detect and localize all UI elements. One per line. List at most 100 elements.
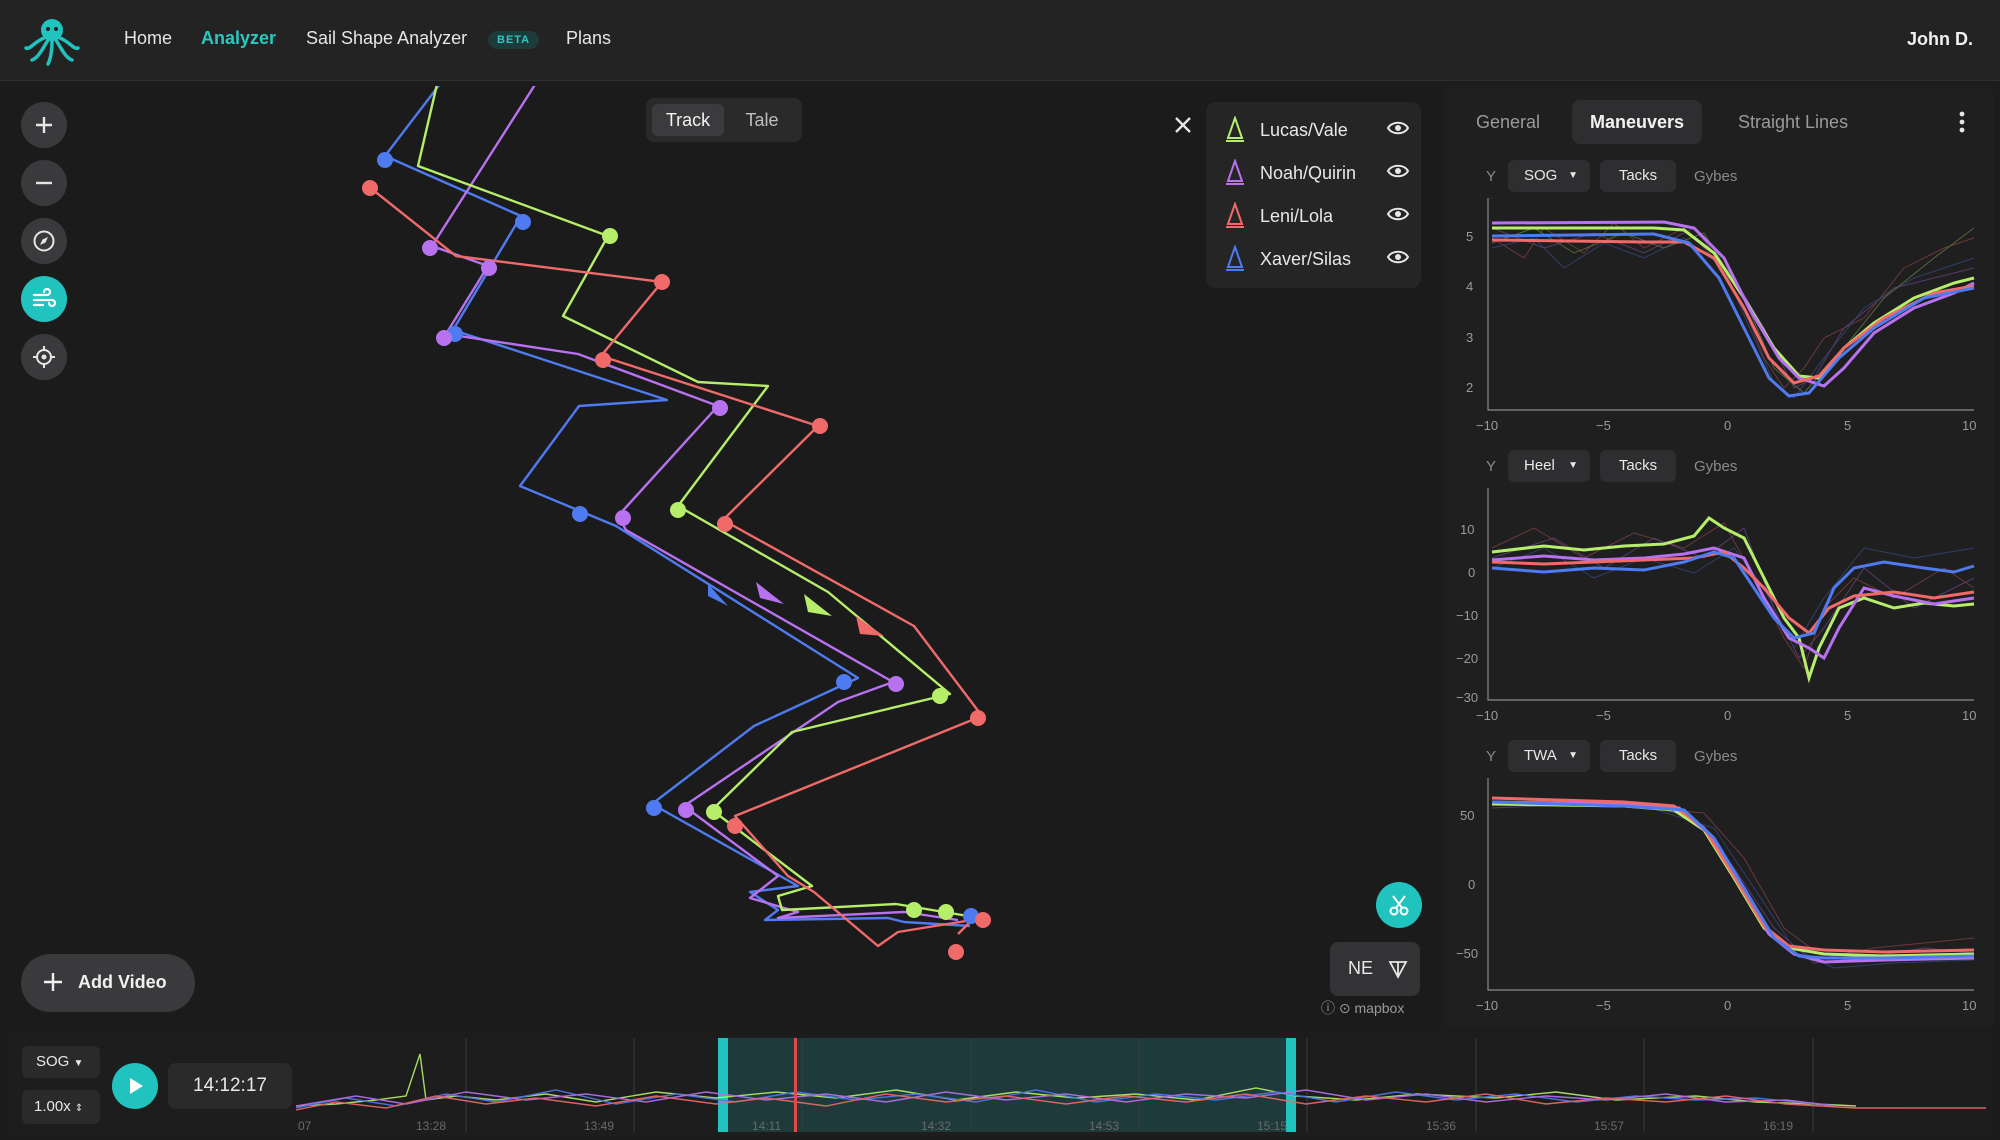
y-tick: 0: [1468, 565, 1475, 580]
zoom-in-button[interactable]: [21, 102, 67, 148]
y-tick: 0: [1468, 877, 1475, 892]
x-tick: −5: [1596, 708, 1611, 723]
time-tick: 15:15: [1257, 1119, 1287, 1133]
twa-series-lucas-vale: [1491, 802, 1975, 958]
add-video-button[interactable]: Add Video: [21, 954, 195, 1012]
range-start-handle[interactable]: [718, 1038, 728, 1132]
tab-straight-lines[interactable]: Straight Lines: [1720, 100, 1866, 144]
boat-icon: [1226, 202, 1244, 228]
timeline-track[interactable]: 07 13:28 13:49 14:11 14:32 14:53 15:15 1…: [296, 1036, 1986, 1136]
play-button[interactable]: [112, 1063, 158, 1109]
chevron-down-icon: ▼: [73, 1058, 84, 1069]
tacks-button[interactable]: Tacks: [1600, 160, 1676, 192]
twa-plot: 50 0 −50 −10 −5 0 5 10: [1456, 778, 1976, 1013]
time-tick: 13:49: [584, 1119, 614, 1133]
playback-speed-value: 1.00x: [34, 1098, 71, 1115]
gybes-button[interactable]: Gybes: [1694, 168, 1737, 185]
metric-dropdown[interactable]: TWA ▼: [1508, 740, 1590, 772]
stepper-arrows-icon[interactable]: ⇕: [75, 1103, 83, 1114]
locate-button[interactable]: [21, 334, 67, 380]
maneuvers-panel: General Maneuvers Straight Lines Y SOG ▼ …: [1444, 86, 1994, 1028]
twa-chart: Y TWA ▼ Tacks Gybes 50 0 −50 −10 −5 0 5 1…: [1444, 740, 1994, 1020]
playhead[interactable]: [794, 1038, 797, 1132]
track-map[interactable]: Track Tale Lucas/Vale Noah/Quirin Leni/L…: [8, 86, 1432, 1028]
x-tick: 0: [1724, 708, 1731, 723]
range-end-handle[interactable]: [1286, 1038, 1296, 1132]
y-tick: 2: [1466, 380, 1473, 395]
cut-button[interactable]: [1376, 882, 1422, 928]
boats-legend: Lucas/Vale Noah/Quirin Leni/Lola Xaver/S…: [1206, 102, 1421, 288]
track-markers: [362, 152, 991, 960]
legend-row-noah-quirin[interactable]: Noah/Quirin: [1224, 157, 1414, 191]
time-tick: 15:36: [1426, 1119, 1456, 1133]
chevron-down-icon: ▼: [1568, 460, 1578, 471]
legend-label: Noah/Quirin: [1260, 163, 1357, 183]
x-tick: 0: [1724, 418, 1731, 433]
heel-series-xaver-silas: [1491, 550, 1975, 640]
track-lucas-vale: [416, 86, 969, 918]
time-tick: 07: [298, 1119, 312, 1133]
x-tick: 5: [1844, 418, 1851, 433]
x-tick: 0: [1724, 998, 1731, 1013]
eye-icon[interactable]: [1386, 248, 1410, 266]
metric-dropdown[interactable]: Heel ▼: [1508, 450, 1590, 482]
more-options-icon[interactable]: [1958, 110, 1966, 134]
zoom-in-icon: [36, 117, 52, 133]
y-axis-label: Y: [1486, 458, 1497, 475]
gybes-button[interactable]: Gybes: [1694, 458, 1737, 475]
wind-direction-label: NE: [1348, 958, 1374, 978]
y-tick: 4: [1466, 279, 1473, 294]
legend-row-lucas-vale[interactable]: Lucas/Vale: [1224, 114, 1414, 148]
track-leni-lola: [367, 185, 984, 948]
y-tick: −20: [1456, 651, 1478, 666]
playback-speed-stepper[interactable]: 1.00x ⇕: [22, 1090, 100, 1124]
y-tick: −10: [1456, 608, 1478, 623]
legend-row-leni-lola[interactable]: Leni/Lola: [1224, 200, 1414, 234]
nav-sail-shape-analyzer[interactable]: Sail Shape Analyzer: [306, 28, 467, 49]
plus-icon: [44, 973, 62, 991]
nav-plans[interactable]: Plans: [566, 28, 611, 49]
timeline-metric-value: SOG: [36, 1053, 70, 1070]
heel-plot: 10 0 −10 −20 −30 −10 −5 0 5 10: [1456, 488, 1976, 723]
eye-icon[interactable]: [1386, 162, 1410, 180]
timeline-metric-dropdown[interactable]: SOG ▼: [22, 1046, 100, 1078]
tab-general[interactable]: General: [1458, 100, 1558, 144]
current-time: 14:12:17: [168, 1063, 292, 1109]
wind-icon: [32, 287, 57, 308]
wind-direction-button[interactable]: NE: [1330, 942, 1420, 996]
nav-analyzer[interactable]: Analyzer: [201, 28, 276, 49]
tab-maneuvers[interactable]: Maneuvers: [1572, 100, 1703, 144]
metric-dropdown[interactable]: SOG ▼: [1508, 160, 1590, 192]
scissors-icon: [1389, 895, 1409, 916]
user-name[interactable]: John D.: [1907, 29, 1973, 50]
y-tick: −50: [1456, 946, 1478, 961]
close-icon[interactable]: [1170, 112, 1196, 138]
eye-icon[interactable]: [1386, 119, 1410, 137]
gybes-button[interactable]: Gybes: [1694, 748, 1737, 765]
locate-icon: [33, 346, 55, 368]
compass-button[interactable]: [21, 218, 67, 264]
x-tick: −10: [1476, 708, 1498, 723]
x-tick: 10: [1962, 708, 1976, 723]
metric-value: SOG: [1524, 167, 1558, 184]
toggle-tale[interactable]: Tale: [728, 104, 796, 136]
boat-icon: [1226, 116, 1244, 142]
eye-icon[interactable]: [1386, 205, 1410, 223]
octopus-logo-icon[interactable]: [22, 14, 82, 66]
zoom-out-button[interactable]: [21, 160, 67, 206]
toggle-track[interactable]: Track: [652, 104, 724, 136]
nav-home[interactable]: Home: [124, 28, 172, 49]
metric-value: TWA: [1524, 747, 1557, 764]
mapbox-attribution[interactable]: ⓘ ⊙ mapbox: [1321, 998, 1404, 1018]
legend-row-xaver-silas[interactable]: Xaver/Silas: [1224, 243, 1414, 277]
tacks-button[interactable]: Tacks: [1600, 740, 1676, 772]
y-tick: −30: [1456, 690, 1478, 705]
playback-bar: SOG ▼ 1.00x ⇕ 14:12:17 07 13:28 13:49 14…: [8, 1036, 1992, 1136]
wind-button[interactable]: [21, 276, 67, 322]
sog-chart: Y SOG ▼ Tacks Gybes 5 4 3 2 −10 −5 0 5 10: [1444, 160, 1994, 440]
track-tale-toggle: Track Tale: [646, 98, 802, 142]
time-tick: 13:28: [416, 1119, 446, 1133]
y-axis-label: Y: [1486, 748, 1497, 765]
tacks-button[interactable]: Tacks: [1600, 450, 1676, 482]
selected-range: [718, 1038, 1294, 1132]
